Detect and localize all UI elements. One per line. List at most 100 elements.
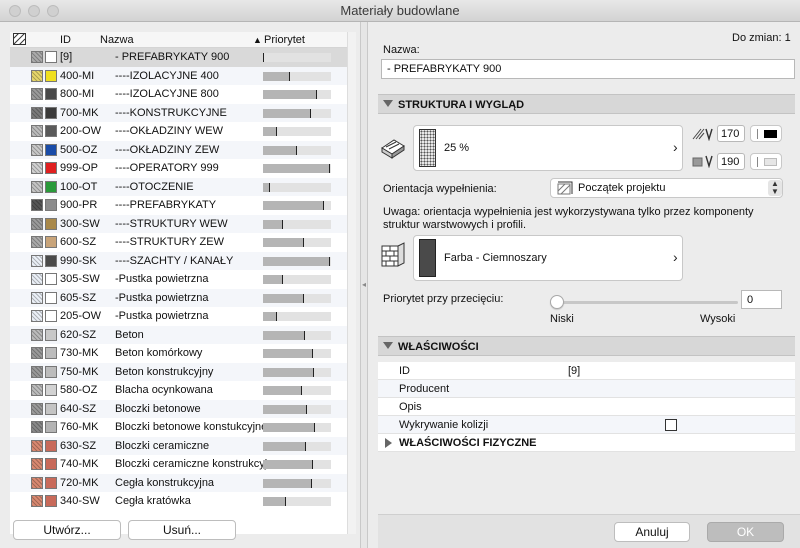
list-item[interactable]: 700-MK ----KONSTRUKCYJNE — [10, 103, 347, 122]
list-item[interactable]: 760-MK Bloczki betonowe konstukcyjne — [10, 418, 347, 437]
material-name: Bloczki betonowe — [115, 402, 201, 415]
priority-bar-fill — [263, 275, 284, 284]
list-item[interactable]: 340-SW Cegła kratówka — [10, 492, 347, 511]
zoom-window-button[interactable] — [47, 5, 59, 17]
list-item[interactable]: 730-MK Beton komórkowy — [10, 344, 347, 363]
panel-splitter[interactable]: ◂ — [360, 22, 368, 548]
name-field[interactable]: - PREFABRYKATY 900 — [381, 59, 795, 79]
priority-bar — [263, 386, 331, 395]
fill-swatch — [31, 384, 43, 396]
list-item[interactable]: 900-PR ----PREFABRYKATY — [10, 196, 347, 215]
structure-section-header[interactable]: STRUKTURA I WYGLĄD — [378, 94, 795, 114]
physical-properties-header[interactable]: WŁAŚCIWOŚCI FIZYCZNE — [378, 434, 795, 452]
material-id: 730-MK — [60, 347, 99, 359]
list-item[interactable]: 620-SZ Beton — [10, 325, 347, 344]
list-item[interactable]: 720-MK Cegła konstrukcyjna — [10, 473, 347, 492]
priority-bar-fill — [263, 478, 312, 488]
name-label: Nazwa: — [383, 44, 420, 56]
list-item[interactable]: [9] - PREFABRYKATY 900 — [10, 48, 347, 67]
surface-brick-icon — [380, 242, 406, 273]
list-item[interactable]: 100-OT ----OTOCZENIE — [10, 177, 347, 196]
list-item[interactable]: 205-OW -Pustka powietrzna — [10, 307, 347, 326]
fill-pen-value: 170 — [721, 128, 740, 140]
fill-swatch — [31, 143, 43, 156]
close-window-button[interactable] — [9, 5, 21, 17]
list-item[interactable]: 605-SZ -Pustka powietrzna — [10, 288, 347, 307]
priority-bar — [263, 312, 331, 321]
priority-field[interactable]: 0 — [741, 290, 782, 309]
list-item[interactable]: 640-SZ Bloczki betonowe — [10, 399, 347, 418]
fill-pen-field[interactable]: 170 — [717, 125, 745, 142]
priority-bar — [263, 478, 331, 488]
fill-pen-color-button[interactable] — [750, 125, 782, 142]
cut-fill-selector[interactable]: 25 % › — [413, 125, 683, 171]
property-row-opis[interactable]: Opis — [378, 398, 795, 416]
background-pen-color-button[interactable] — [750, 153, 782, 170]
name-column-header[interactable]: Nazwa — [100, 34, 134, 46]
priority-column-header[interactable]: Priorytet — [264, 34, 305, 46]
list-item[interactable]: 750-MK Beton konstrukcyjny — [10, 362, 347, 381]
priority-bar — [263, 127, 331, 136]
property-row-collision[interactable]: Wykrywanie kolizji — [378, 416, 795, 434]
dialog-footer: Anuluj OK — [378, 514, 800, 548]
collision-checkbox[interactable] — [665, 419, 677, 431]
material-id: 800-MI — [60, 88, 95, 100]
priority-bar-fill — [263, 71, 291, 81]
list-item[interactable]: 999-OP ----OPERATORY 999 — [10, 159, 347, 178]
list-item[interactable]: 500-OZ ----OKŁADZINY ZEW — [10, 140, 347, 159]
priority-bar — [263, 164, 331, 173]
fill-swatch — [31, 347, 43, 359]
fill-column-icon[interactable] — [12, 32, 26, 48]
priority-bar — [263, 53, 331, 62]
create-button[interactable]: Utwórz... — [13, 520, 121, 540]
list-item[interactable]: 300-SW ----STRUKTURY WEW — [10, 214, 347, 233]
orientation-icon — [557, 181, 573, 198]
background-pen-field[interactable]: 190 — [717, 153, 745, 170]
list-item[interactable]: 800-MI ----IZOLACYJNE 800 — [10, 85, 347, 104]
surface-swatch — [45, 254, 57, 267]
surface-selector[interactable]: Farba - Ciemnoszary › — [413, 235, 683, 281]
material-name: Cegła kratówka — [115, 495, 191, 507]
material-name: Bloczki ceramiczne — [115, 439, 210, 452]
material-id: 100-OT — [60, 180, 98, 193]
material-id: 990-SK — [60, 254, 97, 267]
priority-bar-fill — [263, 164, 331, 173]
slider-low-label: Niski — [550, 313, 574, 325]
priority-bar — [263, 182, 331, 192]
list-item[interactable]: 990-SK ----SZACHTY / KANAŁY — [10, 251, 347, 270]
list-item[interactable]: 740-MK Bloczki ceramiczne konstrukcyjne — [10, 455, 347, 474]
surface-swatch — [45, 402, 57, 415]
physical-properties-title: WŁAŚCIWOŚCI FIZYCZNE — [399, 437, 537, 449]
fill-swatch — [31, 328, 43, 341]
material-name: ----OKŁADZINY WEW — [115, 125, 223, 137]
orientation-dropdown[interactable]: Początek projektu ▲ ▼ — [550, 178, 783, 198]
priority-bar-fill — [263, 182, 270, 192]
list-item[interactable]: 630-SZ Bloczki ceramiczne — [10, 436, 347, 455]
priority-value: 0 — [747, 294, 754, 306]
priority-label: Priorytet przy przecięciu: — [383, 293, 504, 305]
cancel-button[interactable]: Anuluj — [614, 522, 690, 542]
ok-button[interactable]: OK — [707, 522, 784, 542]
property-row-id[interactable]: ID [9] — [378, 362, 795, 380]
delete-button[interactable]: Usuń... — [128, 520, 236, 540]
property-row-producent[interactable]: Producent — [378, 380, 795, 398]
priority-bar-fill — [263, 293, 304, 303]
id-column-header[interactable]: ID — [60, 34, 71, 46]
list-scrollbar[interactable] — [347, 32, 356, 534]
list-item[interactable]: 600-SZ ----STRUKTURY ZEW — [10, 233, 347, 252]
material-name: ----SZACHTY / KANAŁY — [115, 254, 234, 267]
properties-section-header[interactable]: WŁAŚCIWOŚCI — [378, 336, 795, 356]
list-item[interactable]: 200-OW ----OKŁADZINY WEW — [10, 122, 347, 141]
list-item[interactable]: 580-OZ Blacha ocynkowana — [10, 381, 347, 400]
materials-list[interactable]: [9] - PREFABRYKATY 900 400-MI ----IZOLACYJN… — [10, 48, 347, 534]
list-item[interactable]: 305-SW -Pustka powietrzna — [10, 270, 347, 289]
fill-swatch — [31, 365, 43, 378]
surface-swatch — [45, 273, 57, 285]
priority-slider-track[interactable] — [553, 301, 738, 304]
list-item[interactable]: 400-MI ----IZOLACYJNE 400 — [10, 66, 347, 85]
priority-slider-knob[interactable] — [550, 295, 564, 309]
details-panel: Do zmian: 1 Nazwa: - PREFABRYKATY 900 ST… — [368, 22, 800, 548]
minimize-window-button[interactable] — [28, 5, 40, 17]
fill-swatch — [31, 125, 43, 137]
material-id: 700-MK — [60, 106, 99, 119]
